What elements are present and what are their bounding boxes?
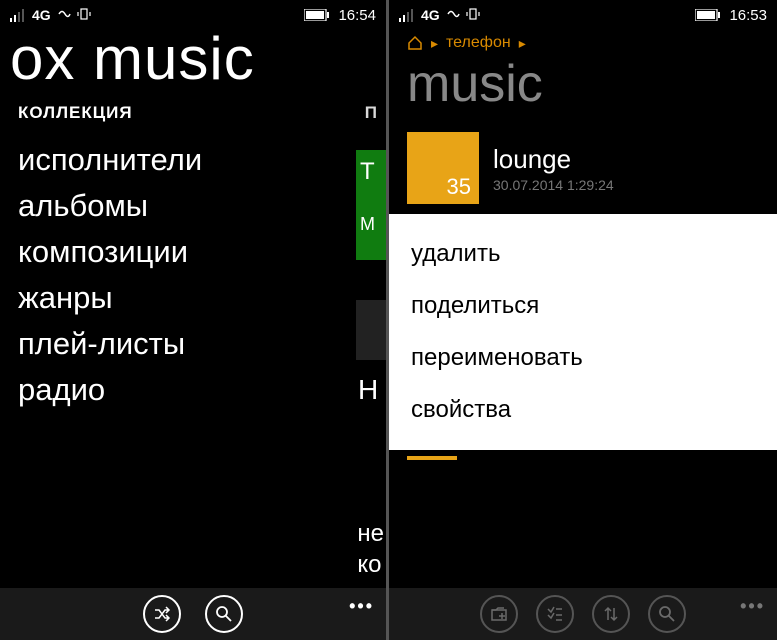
network-label: 4G bbox=[421, 7, 440, 23]
peek-text: Н bbox=[356, 360, 386, 420]
more-button[interactable]: ••• bbox=[349, 596, 374, 617]
roaming-icon bbox=[446, 7, 460, 24]
app-title: ox music bbox=[0, 24, 386, 103]
battery-icon bbox=[304, 9, 330, 21]
breadcrumb-item[interactable]: телефон bbox=[446, 34, 511, 52]
context-item-delete[interactable]: удалить bbox=[411, 228, 755, 280]
chevron-right-icon: ▸ bbox=[519, 35, 526, 52]
menu-item-tracks[interactable]: композиции bbox=[18, 229, 386, 275]
menu-item-radio[interactable]: радио bbox=[18, 367, 386, 413]
section-header-collection[interactable]: КОЛЛЕКЦИЯ bbox=[18, 103, 133, 123]
chevron-right-icon: ▸ bbox=[431, 35, 438, 52]
context-item-rename[interactable]: переименовать bbox=[411, 332, 755, 384]
folder-count: 35 bbox=[447, 174, 471, 200]
breadcrumb: ▸ телефон ▸ bbox=[389, 28, 777, 54]
battery-icon bbox=[695, 9, 721, 21]
clock: 16:53 bbox=[729, 7, 767, 24]
signal-icon bbox=[10, 8, 26, 22]
section-header-peek: П bbox=[365, 103, 386, 123]
folder-name: lounge bbox=[493, 144, 614, 175]
context-menu: удалить поделиться переименовать свойств… bbox=[389, 214, 777, 450]
peek-tile-line1: T bbox=[360, 158, 382, 186]
search-button[interactable] bbox=[648, 595, 686, 633]
menu-item-artists[interactable]: исполнители bbox=[18, 137, 386, 183]
app-bar: ••• bbox=[0, 588, 386, 640]
app-bar: ••• bbox=[389, 588, 777, 640]
vibrate-icon bbox=[77, 7, 91, 24]
folder-thumbnail: 35 bbox=[407, 132, 479, 204]
sort-button[interactable] bbox=[592, 595, 630, 633]
page-title: music bbox=[389, 54, 777, 126]
new-folder-button[interactable] bbox=[480, 595, 518, 633]
peek-column: T M Н bbox=[356, 150, 386, 420]
roaming-icon bbox=[57, 7, 71, 24]
network-label: 4G bbox=[32, 7, 51, 23]
status-bar: 4G 16:53 bbox=[389, 0, 777, 28]
vibrate-icon bbox=[466, 7, 480, 24]
folder-row[interactable]: 35 lounge 30.07.2014 1:29:24 bbox=[389, 126, 777, 214]
peek-tile[interactable]: T M bbox=[356, 150, 386, 260]
bottom-cut-text: не ко bbox=[357, 518, 384, 580]
home-icon[interactable] bbox=[407, 35, 423, 51]
phone-screen-right: 4G 16:53 ▸ телефон ▸ music 35 lounge bbox=[389, 0, 777, 640]
phone-screen-left: 4G 16:54 ox music КОЛЛЕКЦИЯ П исполнител… bbox=[0, 0, 386, 640]
menu-item-genres[interactable]: жанры bbox=[18, 275, 386, 321]
search-button[interactable] bbox=[205, 595, 243, 633]
context-item-share[interactable]: поделиться bbox=[411, 280, 755, 332]
peek-tile-line2: M bbox=[360, 214, 382, 235]
select-button[interactable] bbox=[536, 595, 574, 633]
selection-indicator bbox=[407, 456, 457, 460]
clock: 16:54 bbox=[338, 7, 376, 24]
folder-date: 30.07.2014 1:29:24 bbox=[493, 177, 614, 193]
menu-item-albums[interactable]: альбомы bbox=[18, 183, 386, 229]
menu-item-playlists[interactable]: плей-листы bbox=[18, 321, 386, 367]
signal-icon bbox=[399, 8, 415, 22]
more-button[interactable]: ••• bbox=[740, 596, 765, 617]
shuffle-button[interactable] bbox=[143, 595, 181, 633]
collection-menu: исполнители альбомы композиции жанры пле… bbox=[0, 137, 386, 413]
context-item-properties[interactable]: свойства bbox=[411, 384, 755, 436]
